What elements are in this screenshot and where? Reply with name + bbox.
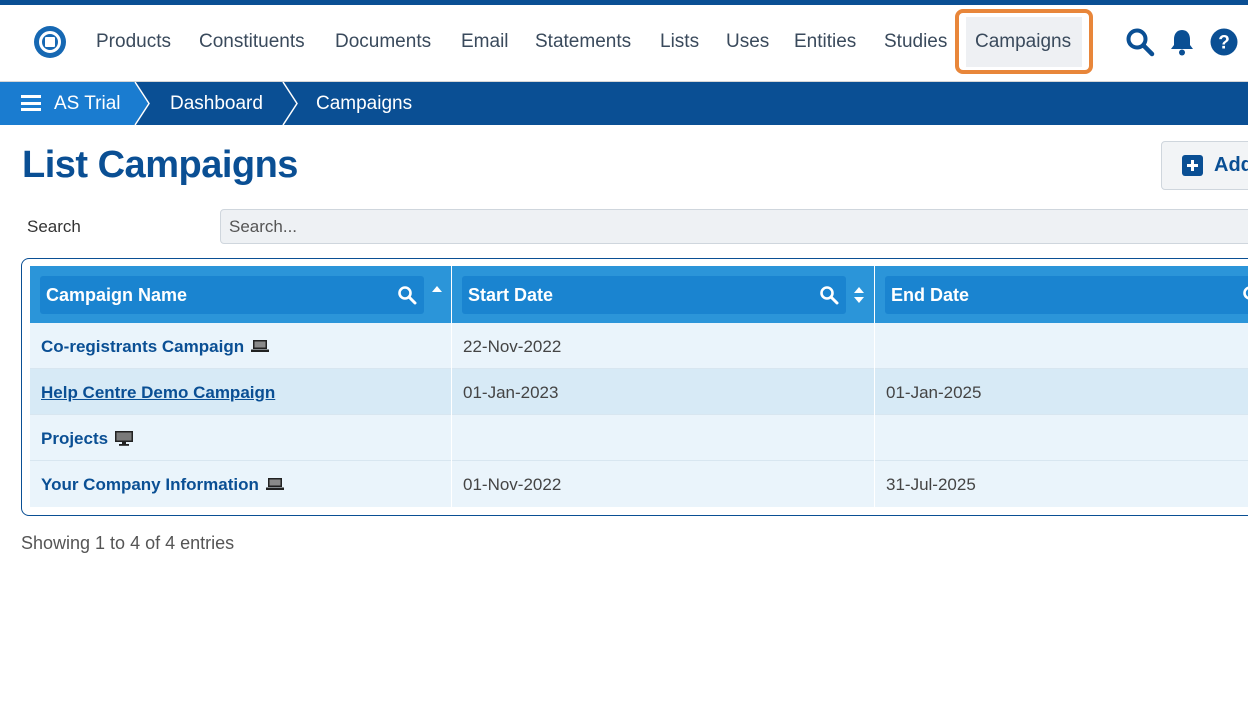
cell-campaign-name: Projects: [30, 415, 452, 461]
hamburger-menu-icon[interactable]: [21, 95, 41, 111]
breadcrumb-separator-icon: [282, 82, 298, 125]
column-search-icon[interactable]: [397, 285, 417, 305]
campaign-link[interactable]: Co-registrants Campaign: [41, 337, 270, 357]
column-header-label: Campaign Name: [46, 285, 188, 305]
start-date: 22-Nov-2022: [463, 337, 562, 356]
column-end-date[interactable]: End Date: [875, 266, 1248, 323]
table-row[interactable]: Co-registrants Campaign 22-Nov-2022: [30, 323, 1248, 369]
column-start-date[interactable]: Start Date: [452, 266, 875, 323]
cell-start-date: 22-Nov-2022: [452, 323, 875, 369]
nav-statements[interactable]: Statements: [535, 31, 631, 53]
help-icon[interactable]: ?: [1209, 27, 1239, 57]
nav-products[interactable]: Products: [96, 31, 171, 53]
svg-text:?: ?: [1218, 33, 1230, 54]
monitor-icon: [115, 431, 134, 446]
column-filter-box[interactable]: Campaign Name: [40, 276, 424, 314]
add-campaign-button[interactable]: Add: [1161, 141, 1248, 190]
cell-start-date: 01-Nov-2022: [452, 461, 875, 507]
sort-both-icon[interactable]: [853, 285, 865, 305]
nav-campaigns[interactable]: Campaigns: [975, 31, 1071, 53]
sort-ascending-icon[interactable]: [431, 284, 443, 304]
start-date: 01-Jan-2023: [463, 383, 559, 402]
end-date: 01-Jan-2025: [886, 383, 982, 402]
add-button-label: Add: [1214, 154, 1248, 176]
search-input[interactable]: [220, 209, 1248, 244]
column-filter-box[interactable]: Start Date: [462, 276, 846, 314]
campaign-link[interactable]: Help Centre Demo Campaign: [41, 383, 275, 403]
campaign-link[interactable]: Projects: [41, 429, 134, 449]
top-navbar: Products Constituents Documents Email St…: [0, 5, 1248, 82]
nav-entities[interactable]: Entities: [794, 31, 856, 53]
campaign-name: Your Company Information: [41, 475, 259, 494]
nav-lists[interactable]: Lists: [660, 31, 699, 53]
column-filter-box[interactable]: End Date: [885, 276, 1248, 314]
nav-email[interactable]: Email: [461, 31, 509, 53]
breadcrumb-item-dashboard[interactable]: Dashboard: [170, 93, 263, 115]
campaign-link[interactable]: Your Company Information: [41, 475, 285, 495]
nav-uses[interactable]: Uses: [726, 31, 769, 53]
cell-campaign-name: Your Company Information: [30, 461, 452, 507]
cell-campaign-name: Co-registrants Campaign: [30, 323, 452, 369]
campaigns-table: Campaign Name Start Date End Date Co-reg…: [21, 258, 1248, 516]
table-info: Showing 1 to 4 of 4 entries: [21, 533, 235, 553]
cell-end-date: [875, 323, 1248, 369]
page-title: List Campaigns: [22, 144, 298, 186]
nav-documents[interactable]: Documents: [335, 31, 431, 53]
column-campaign-name[interactable]: Campaign Name: [30, 266, 452, 323]
start-date: 01-Nov-2022: [463, 475, 562, 494]
campaign-name: Projects: [41, 429, 109, 448]
search-label: Search: [27, 217, 81, 236]
table-row[interactable]: Projects: [30, 415, 1248, 461]
bell-icon[interactable]: [1167, 27, 1197, 57]
breadcrumb: AS Trial Dashboard Campaigns: [0, 82, 1248, 125]
column-header-label: End Date: [891, 285, 970, 305]
campaign-name: Co-registrants Campaign: [41, 337, 245, 356]
cell-campaign-name: Help Centre Demo Campaign: [30, 369, 452, 415]
plus-icon: [1182, 155, 1203, 176]
end-date: 31-Jul-2025: [886, 475, 976, 494]
column-header-label: Start Date: [468, 285, 554, 305]
cell-end-date: [875, 415, 1248, 461]
cell-end-date: 01-Jan-2025: [875, 369, 1248, 415]
table-row[interactable]: Help Centre Demo Campaign 01-Jan-2023 01…: [30, 369, 1248, 415]
nav-studies[interactable]: Studies: [884, 31, 947, 53]
table-row[interactable]: Your Company Information 01-Nov-2022 31-…: [30, 461, 1248, 507]
cell-start-date: 01-Jan-2023: [452, 369, 875, 415]
laptop-icon: [251, 340, 270, 352]
breadcrumb-item-campaigns: Campaigns: [316, 93, 413, 114]
column-search-icon[interactable]: [819, 285, 839, 305]
search-icon[interactable]: [1125, 27, 1155, 57]
nav-constituents[interactable]: Constituents: [199, 31, 305, 53]
cell-start-date: [452, 415, 875, 461]
breadcrumb-separator-icon: [134, 82, 150, 125]
breadcrumb-item-as-trial[interactable]: AS Trial: [54, 93, 121, 115]
table-header: Campaign Name Start Date End Date: [30, 266, 1248, 323]
app-logo[interactable]: [34, 26, 66, 58]
cell-end-date: 31-Jul-2025: [875, 461, 1248, 507]
laptop-icon: [265, 478, 284, 490]
column-search-icon[interactable]: [1242, 285, 1248, 305]
